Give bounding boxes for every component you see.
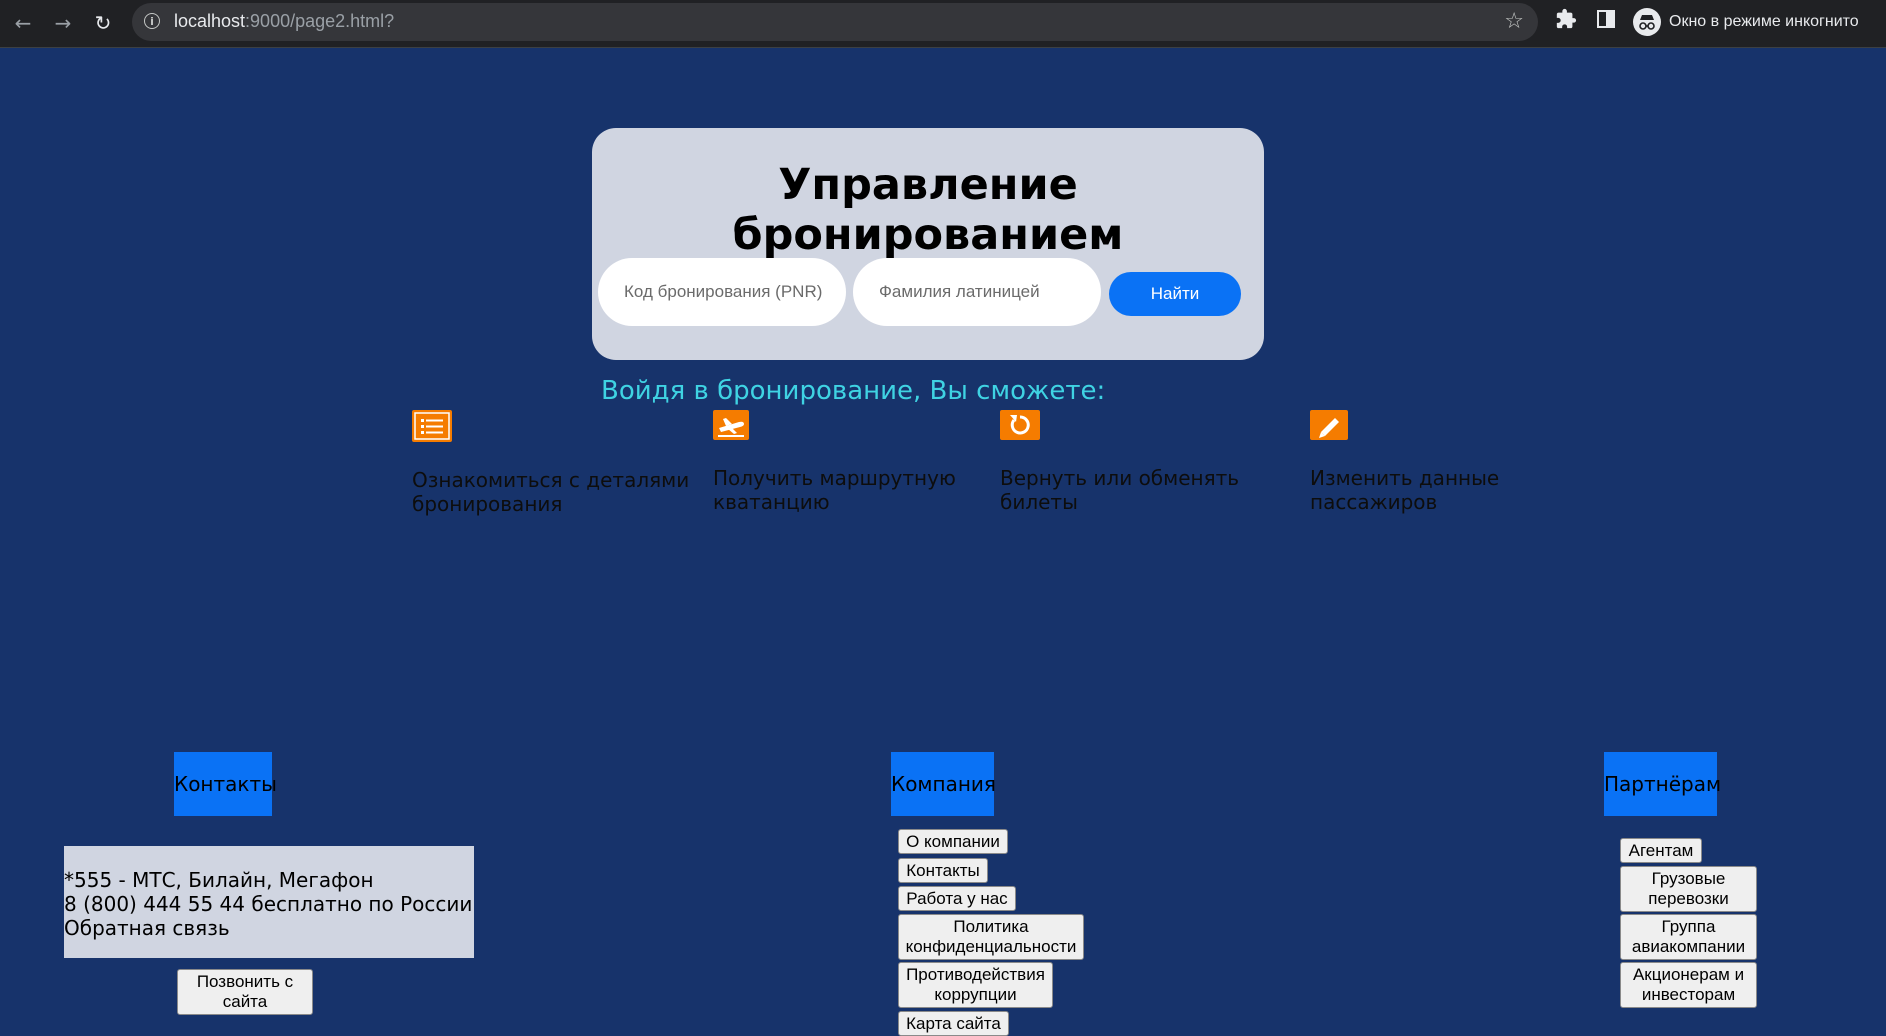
company-link-privacy[interactable]: Политика конфиденциальности — [898, 914, 1084, 960]
call-from-site-button[interactable]: Позвонить с сайта — [177, 969, 313, 1015]
company-link-careers[interactable]: Работа у нас — [898, 886, 1016, 911]
company-link-anticorruption[interactable]: Противодействия коррупции — [898, 962, 1053, 1008]
contact-free-number: 8 (800) 444 55 44 бесплатно по России — [64, 892, 473, 916]
address-url[interactable]: localhost:9000/page2.html? — [174, 11, 394, 32]
find-button[interactable]: Найти — [1109, 272, 1241, 316]
feature-label-line1: Вернуть или обменять — [1000, 466, 1240, 490]
reload-icon[interactable]: ↻ — [88, 8, 118, 38]
incognito-icon — [1633, 8, 1661, 36]
surname-input[interactable] — [853, 258, 1101, 326]
feature-refund-exchange: Вернуть или обменять билеты — [1000, 410, 1290, 514]
partners-link-airline-group[interactable]: Группа авиакомпании — [1620, 914, 1757, 960]
pnr-input[interactable] — [598, 258, 846, 326]
feature-itinerary-receipt: Получить маршрутную кватанцию — [713, 410, 1003, 514]
bookmark-star-icon[interactable]: ☆ — [1504, 9, 1524, 34]
company-link-about[interactable]: О компании — [898, 829, 1008, 854]
feature-label-line1: Ознакомиться с деталями — [412, 468, 690, 492]
forward-arrow-icon[interactable]: → — [48, 8, 78, 38]
extensions-puzzle-icon[interactable] — [1552, 8, 1580, 36]
booking-search-card: Управление бронированием Найти — [592, 128, 1264, 360]
feature-label-line2: кватанцию — [713, 490, 830, 514]
refresh-icon — [1000, 410, 1040, 440]
partners-link-cargo[interactable]: Грузовые перевозки — [1620, 866, 1757, 912]
feature-label-line2: пассажиров — [1310, 490, 1438, 514]
partners-link-investors[interactable]: Акционерам и инвесторам — [1620, 962, 1757, 1008]
incognito-indicator[interactable]: Окно в режиме инкогнито — [1629, 4, 1865, 40]
pencil-icon — [1310, 410, 1348, 440]
list-icon — [412, 410, 452, 442]
contact-short-number: *555 - МТС, Билайн, Мегафон — [64, 868, 374, 892]
address-bar[interactable]: i localhost:9000/page2.html? ☆ — [132, 3, 1538, 41]
side-panel-icon[interactable] — [1592, 8, 1620, 36]
feature-label-line2: бронирования — [412, 492, 563, 516]
feature-edit-passengers: Изменить данные пассажиров — [1310, 410, 1600, 514]
company-link-contacts[interactable]: Контакты — [898, 858, 988, 883]
footer-partners-heading: Партнёрам — [1604, 752, 1721, 816]
partners-link-agents[interactable]: Агентам — [1620, 838, 1702, 863]
feature-label-line1: Изменить данные — [1310, 466, 1500, 490]
feature-booking-details: Ознакомиться с деталями бронирования — [412, 410, 702, 516]
feature-label-line2: билеты — [1000, 490, 1078, 514]
back-arrow-icon[interactable]: ← — [8, 8, 38, 38]
contacts-box: *555 - МТС, Билайн, Мегафон 8 (800) 444 … — [64, 846, 474, 958]
feature-label-line1: Получить маршрутную — [713, 466, 956, 490]
incognito-label: Окно в режиме инкогнито — [1669, 13, 1859, 30]
footer-contacts-heading: Контакты — [174, 752, 277, 816]
page-title: Управление бронированием — [732, 160, 1124, 260]
company-link-sitemap[interactable]: Карта сайта — [898, 1011, 1009, 1036]
footer-company-heading: Компания — [891, 752, 996, 816]
site-info-icon[interactable]: i — [144, 13, 160, 29]
features-heading: Войдя в бронирование, Вы сможете: — [601, 376, 1106, 406]
airplane-icon — [713, 410, 749, 440]
browser-toolbar: ← → ↻ i localhost:9000/page2.html? ☆ Окн… — [0, 0, 1886, 48]
contact-feedback: Обратная связь — [64, 916, 230, 940]
